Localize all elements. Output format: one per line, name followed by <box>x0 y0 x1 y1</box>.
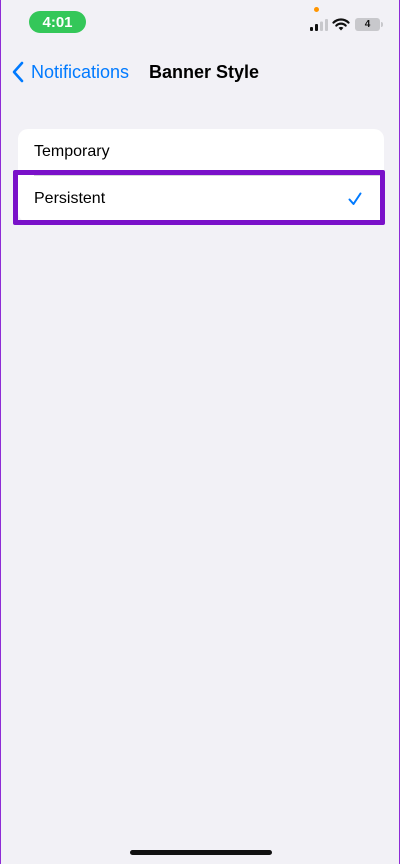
option-label: Temporary <box>34 143 110 160</box>
home-indicator[interactable] <box>130 850 272 855</box>
option-temporary[interactable]: Temporary <box>18 129 384 175</box>
nav-bar: Notifications Banner Style <box>1 50 399 94</box>
wifi-icon <box>332 18 350 31</box>
option-persistent[interactable]: Persistent <box>18 176 384 222</box>
battery-icon: 4 <box>355 18 383 31</box>
banner-style-screen: 4:01 4 Notifications Banner Style Tempor… <box>0 0 400 864</box>
status-time[interactable]: 4:01 <box>29 11 86 33</box>
back-button[interactable]: Notifications <box>11 58 129 86</box>
banner-style-list: Temporary Persistent <box>18 129 384 222</box>
chevron-left-icon <box>12 61 24 83</box>
option-label: Persistent <box>34 190 106 207</box>
privacy-indicator-dot <box>314 7 319 12</box>
status-bar: 4:01 4 <box>1 0 399 44</box>
signal-icon <box>310 19 328 31</box>
checkmark-icon <box>348 192 362 205</box>
back-label: Notifications <box>31 61 130 82</box>
page-title: Banner Style <box>149 62 260 82</box>
